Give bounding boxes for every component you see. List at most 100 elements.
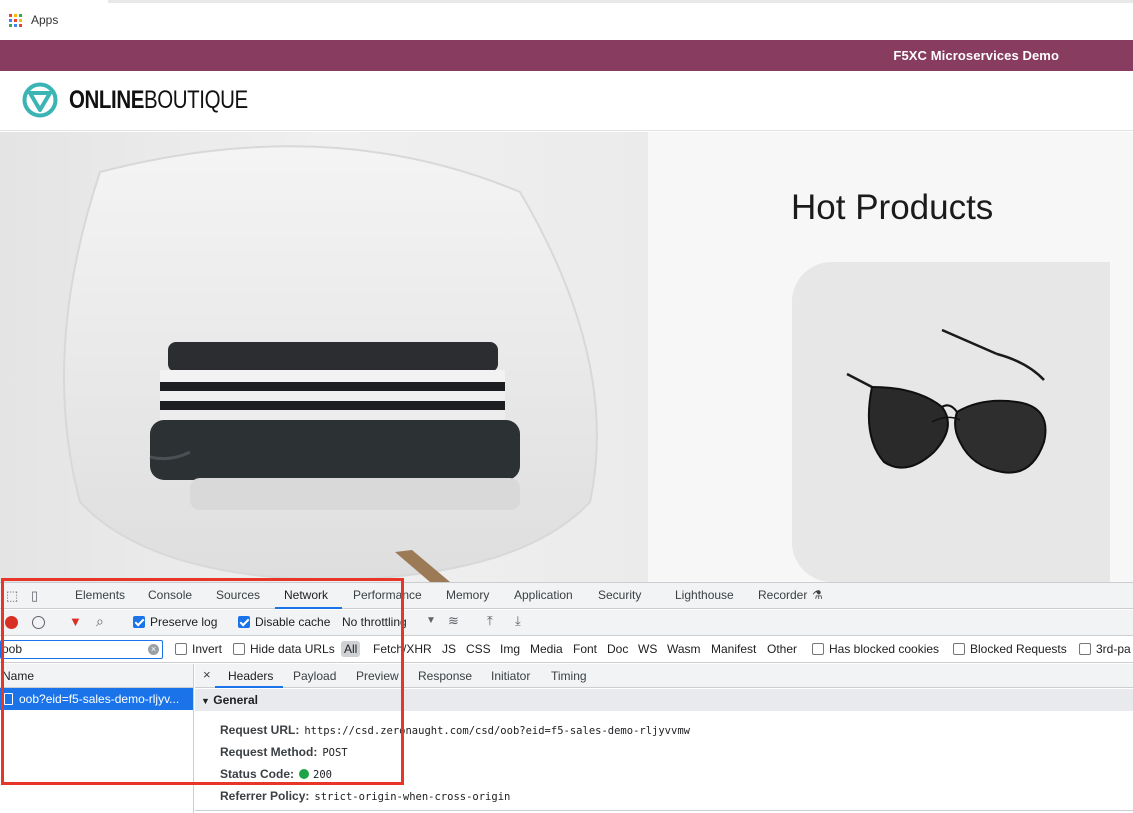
tab-preview[interactable]: Preview (356, 669, 399, 683)
tab-performance[interactable]: Performance (353, 588, 422, 602)
has-blocked-cookies-check[interactable] (812, 643, 824, 655)
clear-filter-icon[interactable]: × (148, 644, 159, 655)
tab-timing[interactable]: Timing (551, 669, 587, 683)
inspect-element-icon[interactable]: ⬚ (6, 588, 18, 604)
filter-type-fetch-xhr[interactable]: Fetch/XHR (373, 642, 432, 656)
filter-type-wasm[interactable]: Wasm (667, 642, 701, 656)
logo-thin: BOUTIQUE (143, 85, 248, 114)
request-method-key: Request Method: (220, 745, 318, 759)
filter-input[interactable]: oob × (0, 640, 163, 659)
status-code-field: Status Code: 200 (220, 767, 332, 781)
apps-shortcut[interactable]: Apps (9, 13, 58, 27)
tab-console[interactable]: Console (148, 588, 192, 602)
product-card-sunglasses[interactable] (792, 262, 1110, 582)
logo-wordmark: ONLINEBOUTIQUE (69, 86, 248, 115)
document-icon (4, 693, 13, 705)
disable-cache-check[interactable] (238, 616, 250, 628)
devtools-tab-bar: ⬚ ▯ Elements Console Sources Network Per… (0, 583, 1133, 609)
hide-data-urls-label: Hide data URLs (250, 642, 335, 656)
omnibox-edge (108, 0, 1133, 3)
section-divider (195, 810, 1133, 811)
active-tab-underline (275, 607, 342, 609)
has-blocked-cookies-label: Has blocked cookies (829, 642, 940, 656)
preserve-log-check[interactable] (133, 616, 145, 628)
name-column-header[interactable]: Name (0, 664, 193, 688)
blocked-requests-checkbox[interactable]: Blocked Requests (953, 642, 1067, 656)
network-filter-bar: oob × Invert Hide data URLs All Fetch/XH… (0, 637, 1133, 663)
headers-tab-underline (215, 686, 283, 688)
third-party-check[interactable] (1079, 643, 1091, 655)
filter-type-manifest[interactable]: Manifest (711, 642, 756, 656)
status-code-value: 200 (313, 769, 332, 781)
tab-security[interactable]: Security (598, 588, 641, 602)
devtools-panel: ⬚ ▯ Elements Console Sources Network Per… (0, 582, 1133, 813)
hide-data-urls-checkbox[interactable]: Hide data URLs (233, 642, 335, 656)
tab-network[interactable]: Network (284, 588, 328, 602)
filter-input-value: oob (2, 642, 23, 656)
clear-icon[interactable] (32, 616, 45, 629)
status-code-key: Status Code: (220, 767, 295, 781)
request-method-field: Request Method: POST (220, 745, 348, 759)
status-ok-icon (299, 769, 310, 779)
referrer-policy-key: Referrer Policy: (220, 789, 310, 803)
filter-type-css[interactable]: CSS (466, 642, 491, 656)
tab-headers[interactable]: Headers (228, 669, 273, 683)
request-row[interactable]: oob?eid=f5-sales-demo-rljyv... (0, 688, 193, 710)
device-toolbar-icon[interactable]: ▯ (31, 588, 38, 604)
preserve-log-label: Preserve log (150, 615, 218, 629)
apps-grid-icon (9, 13, 22, 27)
filter-type-all[interactable]: All (341, 641, 361, 657)
invert-check[interactable] (175, 643, 187, 655)
tab-payload[interactable]: Payload (293, 669, 336, 683)
network-conditions-icon[interactable]: ≋ (448, 613, 459, 629)
has-blocked-cookies-checkbox[interactable]: Has blocked cookies (812, 642, 939, 656)
blocked-requests-check[interactable] (953, 643, 965, 655)
close-detail-icon[interactable]: × (203, 667, 211, 682)
throttling-select[interactable]: No throttling (342, 615, 407, 629)
site-header: ONLINEBOUTIQUE (0, 71, 1133, 131)
general-section-title: General (213, 693, 258, 707)
request-name: oob?eid=f5-sales-demo-rljyv... (19, 692, 180, 706)
detail-tab-bar: × Headers Payload Preview Response Initi… (195, 664, 1133, 688)
filter-type-font[interactable]: Font (573, 642, 597, 656)
hide-data-urls-check[interactable] (233, 643, 245, 655)
third-party-checkbox[interactable]: 3rd-pa (1079, 642, 1131, 656)
tab-lighthouse[interactable]: Lighthouse (675, 588, 734, 602)
filter-type-other[interactable]: Other (767, 642, 797, 656)
hot-products-section: Hot Products (648, 132, 1133, 582)
tab-response[interactable]: Response (418, 669, 472, 683)
filter-type-media[interactable]: Media (530, 642, 563, 656)
banner-text: F5XC Microservices Demo (893, 48, 1059, 63)
tab-recorder[interactable]: Recorder (758, 588, 807, 602)
request-detail-pane: × Headers Payload Preview Response Initi… (195, 664, 1133, 813)
recorder-flask-icon: ⚗ (812, 588, 823, 602)
request-list: Name oob?eid=f5-sales-demo-rljyv... (0, 664, 194, 813)
import-har-icon[interactable]: ⤒ (487, 613, 493, 629)
tab-application[interactable]: Application (514, 588, 573, 602)
search-icon[interactable]: ⌕ (96, 613, 104, 630)
filter-type-ws[interactable]: WS (638, 642, 657, 656)
export-har-icon[interactable]: ⤓ (515, 613, 521, 629)
invert-checkbox[interactable]: Invert (175, 642, 222, 656)
request-method-value: POST (322, 747, 348, 759)
hot-products-title: Hot Products (791, 188, 994, 227)
invert-label: Invert (192, 642, 223, 656)
tab-sources[interactable]: Sources (216, 588, 260, 602)
record-icon[interactable] (5, 616, 18, 629)
hero-image (0, 132, 648, 582)
throttling-chevron-down-icon[interactable]: ▼ (426, 615, 436, 626)
site-banner: F5XC Microservices Demo (0, 40, 1133, 71)
general-section-header[interactable]: ▼ General (195, 689, 1133, 711)
tab-memory[interactable]: Memory (446, 588, 489, 602)
filter-type-js[interactable]: JS (442, 642, 456, 656)
expand-triangle-icon: ▼ (201, 696, 210, 706)
filter-icon[interactable]: ▼ (69, 614, 82, 629)
filter-type-doc[interactable]: Doc (607, 642, 628, 656)
tab-elements[interactable]: Elements (75, 588, 125, 602)
tab-initiator[interactable]: Initiator (491, 669, 530, 683)
preserve-log-checkbox[interactable]: Preserve log (133, 615, 217, 629)
site-logo[interactable]: ONLINEBOUTIQUE (21, 81, 287, 119)
filter-type-img[interactable]: Img (500, 642, 520, 656)
blocked-requests-label: Blocked Requests (970, 642, 1067, 656)
disable-cache-checkbox[interactable]: Disable cache (238, 615, 330, 629)
